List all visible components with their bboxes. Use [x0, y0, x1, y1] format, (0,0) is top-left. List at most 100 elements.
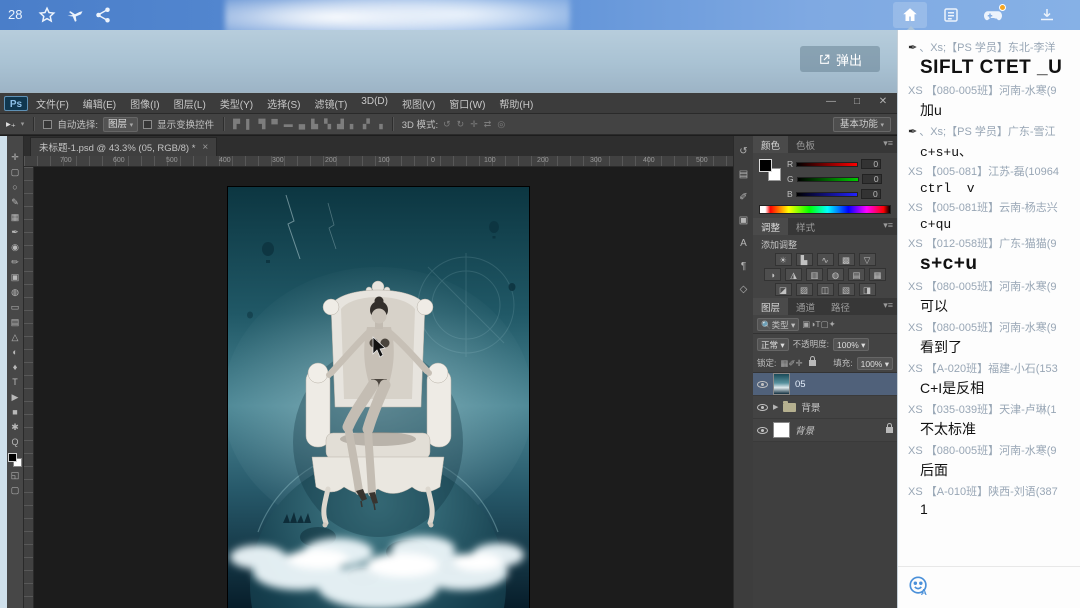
brightness-contrast-icon[interactable]: ☀ [774, 253, 792, 266]
distribute-vertical-icon[interactable]: ▚ [324, 119, 331, 130]
levels-icon[interactable]: ▙ [795, 253, 813, 266]
channel-slider[interactable] [795, 191, 858, 197]
menu-item[interactable]: 3D(D) [361, 96, 388, 111]
layer-filter-dropdown[interactable]: 🔍类型 ▾ [757, 317, 800, 331]
tool-presets-icon[interactable]: ▤ [739, 169, 748, 180]
shape-tool[interactable]: ■ [8, 405, 23, 419]
color-spectrum-ramp[interactable] [759, 205, 891, 214]
foreground-swatch[interactable] [8, 453, 17, 462]
lock-pixels-icon[interactable]: ✐ [788, 358, 795, 368]
download-icon[interactable] [1038, 6, 1056, 24]
menu-item[interactable]: 窗口(W) [449, 96, 485, 111]
dodge-tool[interactable]: ◐ [8, 345, 23, 359]
filter-shape-layers-icon[interactable]: ▢ [821, 319, 829, 329]
layer-name[interactable]: 背景 [795, 423, 814, 437]
feed-icon[interactable] [942, 6, 960, 24]
menu-item[interactable]: 选择(S) [267, 96, 300, 111]
layer-row[interactable]: 背景 [753, 419, 897, 442]
airplane-icon[interactable] [66, 6, 84, 24]
foreground-color-swatch[interactable] [759, 159, 772, 172]
tab-close-icon[interactable]: × [202, 142, 208, 153]
hue-saturation-icon[interactable]: ◑ [764, 268, 781, 281]
eraser-tool[interactable]: ▭ [8, 300, 23, 314]
hand-tool[interactable]: ✱ [8, 420, 23, 434]
layer-thumbnail[interactable] [773, 373, 790, 395]
minimize-button[interactable]: — [823, 96, 839, 107]
curves-icon[interactable]: ∿ [816, 253, 834, 266]
distribute-horizontal-icon[interactable]: ▞ [363, 119, 370, 130]
3d-slide-icon[interactable]: ⇄ [484, 119, 492, 130]
blur-tool[interactable]: △ [8, 330, 23, 344]
blend-mode-dropdown[interactable]: 正常 ▾ [757, 337, 789, 351]
quick-mask-icon[interactable]: ◱ [8, 468, 23, 482]
panel-menu-icon[interactable]: ▾≡ [879, 218, 897, 235]
black-white-icon[interactable]: ▥ [806, 268, 823, 281]
menu-item[interactable]: 类型(Y) [220, 96, 253, 111]
type-tool[interactable]: T [8, 375, 23, 389]
align-vertical-centers-icon[interactable]: ▌ [246, 119, 252, 130]
tool-preset-caret-icon[interactable]: ▾ [21, 120, 25, 128]
menu-item[interactable]: 图像(I) [130, 96, 159, 111]
layer-row[interactable]: 05 [753, 373, 897, 396]
paragraph-icon[interactable]: ¶ [741, 261, 746, 272]
visibility-eye-icon[interactable] [757, 426, 768, 434]
lasso-tool[interactable]: ○ [8, 180, 23, 194]
home-icon[interactable] [901, 6, 919, 24]
vibrance-icon[interactable]: ▽ [858, 253, 876, 266]
distribute-right-icon[interactable]: ▗ [376, 119, 383, 130]
healing-brush-tool[interactable]: ◉ [8, 240, 23, 254]
panel-menu-icon[interactable]: ▾≡ [879, 136, 897, 153]
popout-button[interactable]: 弹出 [800, 46, 880, 72]
align-top-edges-icon[interactable]: ▀ [271, 119, 277, 130]
canvas-area[interactable] [34, 167, 733, 608]
align-horizontal-centers-icon[interactable]: ▬ [284, 119, 293, 130]
channel-slider[interactable] [796, 176, 859, 182]
selective-color-icon[interactable]: ◨ [858, 283, 876, 296]
bookmark-star-icon[interactable] [38, 6, 56, 24]
close-button[interactable]: ✕ [875, 96, 891, 107]
menu-item[interactable]: 编辑(E) [83, 96, 116, 111]
layer-name[interactable]: 05 [795, 379, 806, 390]
3d-drag-icon[interactable]: ✛ [470, 119, 478, 130]
channel-value[interactable]: 0 [861, 174, 882, 184]
distribute-top-icon[interactable]: ▙ [311, 119, 318, 130]
distribute-bottom-icon[interactable]: ▟ [337, 119, 344, 130]
quick-selection-tool[interactable]: ✎ [8, 195, 23, 209]
show-transform-checkbox[interactable] [143, 119, 153, 129]
3d-panel-icon[interactable]: ◇ [740, 284, 748, 295]
menu-item[interactable]: 滤镜(T) [315, 96, 348, 111]
tab-color-0[interactable]: 颜色 [753, 136, 789, 153]
opacity-dropdown[interactable]: 100% ▾ [833, 337, 870, 351]
tab-layers-0[interactable]: 图层 [753, 298, 789, 315]
invert-icon[interactable]: ◪ [774, 283, 792, 296]
foreground-background-swatches[interactable] [759, 159, 781, 181]
chat-message-list[interactable]: ✒ 、Xs;【PS 学员】东北-李洋 SIFLT CTET _U XS 【080-00… [898, 34, 1080, 562]
tab-adjustments-0[interactable]: 调整 [753, 218, 789, 235]
auto-select-checkbox[interactable] [43, 119, 53, 129]
channel-value[interactable]: 0 [861, 159, 882, 169]
visibility-eye-icon[interactable] [757, 403, 768, 411]
color-lookup-icon[interactable]: ▦ [869, 268, 886, 281]
menu-item[interactable]: 文件(F) [36, 96, 69, 111]
games-icon[interactable] [982, 4, 1006, 24]
history-brush-tool[interactable]: ◍ [8, 285, 23, 299]
eyedropper-tool[interactable]: ✒ [8, 225, 23, 239]
channel-mixer-icon[interactable]: ▤ [848, 268, 865, 281]
filter-smart-objects-icon[interactable]: ✦ [829, 319, 836, 329]
tab-layers-2[interactable]: 路径 [823, 298, 858, 315]
menu-item[interactable]: 视图(V) [402, 96, 435, 111]
align-bottom-edges-icon[interactable]: ▄ [299, 119, 305, 130]
align-left-edges-icon[interactable]: ▛ [233, 119, 240, 130]
brush-presets-icon[interactable]: ✐ [739, 192, 747, 203]
lock-all-icon[interactable] [808, 356, 816, 366]
layer-name[interactable]: 背景 [801, 400, 820, 414]
fill-dropdown[interactable]: 100% ▾ [856, 356, 893, 370]
canvas-artwork[interactable] [223, 187, 533, 608]
screen-mode-icon[interactable]: ▢ [8, 483, 23, 497]
align-right-edges-icon[interactable]: ▜ [258, 119, 265, 130]
color-swatch-pair[interactable] [8, 453, 22, 467]
3d-rotate-icon[interactable]: ↺ [443, 119, 451, 130]
threshold-icon[interactable]: ◫ [816, 283, 834, 296]
channel-value[interactable]: 0 [860, 189, 881, 199]
gradient-tool[interactable]: ▤ [8, 315, 23, 329]
